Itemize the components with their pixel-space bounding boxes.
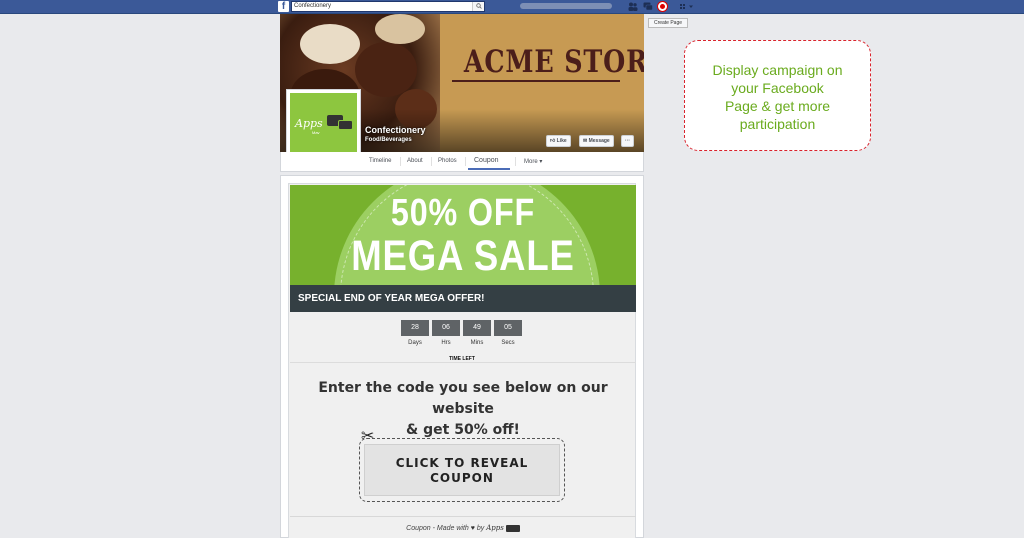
apps-mav-logo: Apps Mav	[290, 93, 357, 160]
logo-subtext: Mav	[312, 130, 320, 135]
page-category[interactable]: Food/Beverages	[365, 137, 412, 143]
page-name[interactable]: Confectionery	[365, 125, 426, 135]
promo-callout: Display campaign on your Facebook Page &…	[684, 40, 871, 151]
callout-line: your Facebook	[731, 80, 824, 96]
banner-subheadline: MEGA SALE	[351, 232, 575, 280]
heart-icon: ♥	[470, 525, 475, 532]
callout-line: Display campaign on	[712, 62, 843, 78]
facebook-logo-icon[interactable]: f	[278, 1, 289, 12]
callout-line: Page & get more	[724, 98, 831, 114]
thumbs-up-icon: 👍︎	[550, 138, 556, 144]
coupon-instructions: Enter the code you see below on our webs…	[289, 378, 637, 441]
tab-separator	[400, 157, 401, 166]
timer-minutes-label: Mins	[470, 340, 484, 346]
tab-about[interactable]: About	[407, 158, 423, 164]
account-menu-icon[interactable]	[680, 3, 694, 10]
store-title-underline	[452, 80, 620, 82]
facebook-top-bar: f Confectionery	[0, 0, 1024, 14]
like-button[interactable]: 👍︎ Like	[546, 135, 571, 147]
timer-seconds-label: Secs	[501, 340, 515, 346]
timer-seconds-value: 05	[494, 320, 522, 336]
tab-photos[interactable]: Photos	[438, 158, 457, 164]
instruction-line: Enter the code you see below on our webs…	[318, 380, 608, 417]
tab-timeline[interactable]: Timeline	[369, 158, 391, 164]
timer-days-label: Days	[408, 340, 422, 346]
create-page-button[interactable]: Create Page	[648, 18, 688, 28]
more-actions-button[interactable]: ···	[621, 135, 634, 147]
tab-coupon[interactable]: Coupon	[474, 157, 499, 164]
tab-separator	[431, 157, 432, 166]
timer-minutes-value: 49	[463, 320, 491, 336]
footer-logo-text[interactable]: Apps	[486, 524, 504, 532]
search-input-value: Confectionery	[294, 3, 332, 9]
reveal-coupon-button[interactable]: CLICK TO REVEAL COUPON	[364, 444, 560, 496]
timer-hours-label: Hrs	[441, 340, 451, 346]
reveal-button-line: CLICK TO REVEAL	[395, 456, 529, 470]
message-button[interactable]: ✉ Message	[579, 135, 614, 147]
reveal-button-line: COUPON	[430, 471, 494, 485]
active-tab-indicator	[468, 168, 510, 170]
coupon-card: 50% OFF MEGA SALE SPECIAL END OF YEAR ME…	[288, 183, 636, 538]
message-icon: ✉	[583, 138, 588, 144]
friend-requests-icon[interactable]	[628, 2, 638, 11]
chat-bubble-icon	[505, 524, 520, 532]
offer-title: SPECIAL END OF YEAR MEGA OFFER!	[290, 285, 636, 312]
messages-icon[interactable]	[643, 2, 653, 11]
search-input[interactable]: Confectionery	[291, 1, 485, 12]
notifications-icon[interactable]	[657, 1, 668, 12]
tab-more[interactable]: More ▾	[524, 158, 542, 165]
banner-headline: 50% OFF	[390, 192, 536, 234]
profile-name-link[interactable]	[520, 3, 612, 9]
timer-days-value: 28	[401, 320, 429, 336]
footer-by: by	[476, 525, 485, 532]
tab-separator	[465, 157, 466, 166]
search-icon	[476, 3, 482, 9]
app-footer: Coupon - Made with ♥ by Apps	[289, 524, 637, 532]
like-button-label: Like	[556, 138, 567, 144]
footer-text: Coupon - Made with	[406, 525, 469, 532]
sale-banner: 50% OFF MEGA SALE	[290, 185, 636, 285]
timer-hours-value: 06	[432, 320, 460, 336]
tab-separator	[515, 157, 516, 166]
coupon-dashed-border: CLICK TO REVEAL COUPON	[359, 438, 565, 502]
divider	[290, 362, 636, 363]
callout-line: participation	[739, 116, 816, 132]
message-button-label: Message	[588, 138, 610, 144]
search-button[interactable]	[472, 2, 484, 11]
coupon-app-panel: 50% OFF MEGA SALE SPECIAL END OF YEAR ME…	[280, 175, 644, 538]
footer-divider	[290, 516, 636, 517]
page-tabs: Timeline About Photos Coupon More ▾	[280, 152, 644, 172]
chat-bubble-icon	[338, 120, 353, 130]
store-title: ACME STORE	[463, 44, 644, 80]
logo-text: Apps	[295, 117, 323, 130]
